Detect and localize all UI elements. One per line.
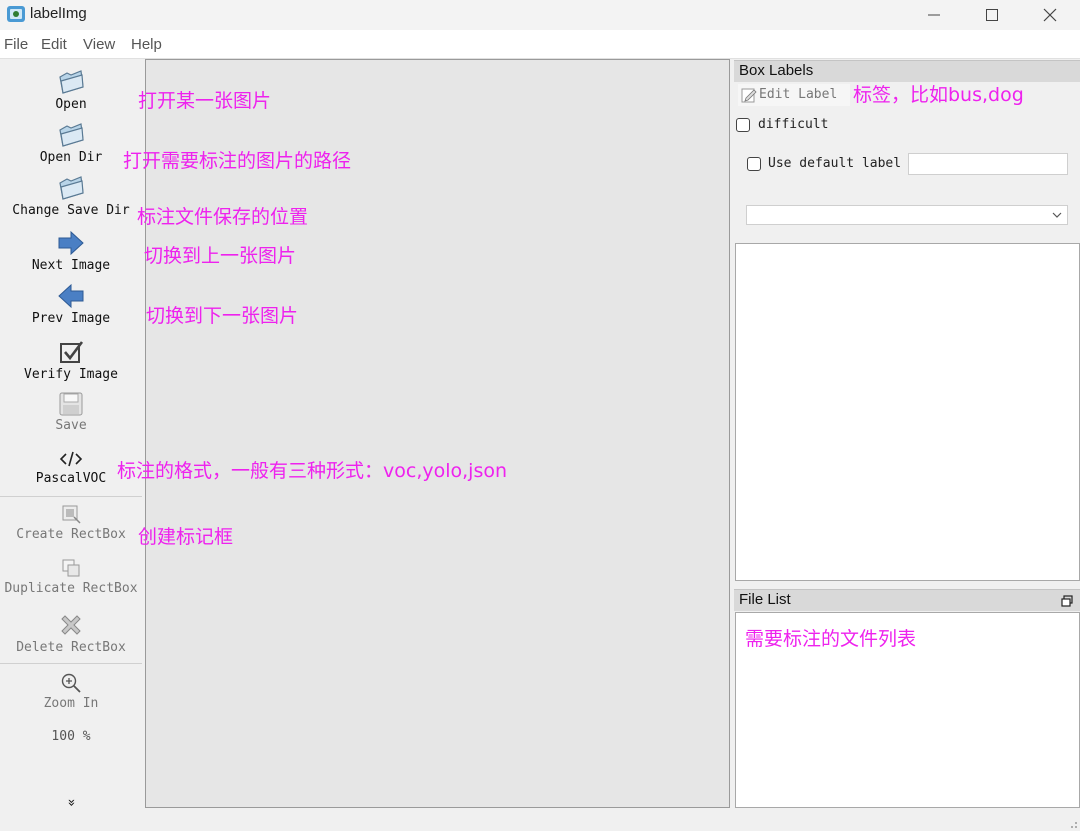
menu-bar: File Edit View Help — [0, 30, 1080, 59]
open-label: Open — [55, 97, 87, 112]
open-dir-label: Open Dir — [39, 150, 103, 165]
status-bar — [0, 808, 1080, 831]
zoom-value: 100 % — [51, 729, 91, 744]
title-bar: labelImg — [0, 0, 1080, 30]
menu-help[interactable]: Help — [131, 36, 162, 53]
close-icon — [1043, 8, 1057, 22]
window-title: labelImg — [30, 5, 87, 22]
annotation-prev-image: 切换到下一张图片 — [146, 305, 299, 327]
minimize-button[interactable] — [906, 0, 962, 30]
maximize-button[interactable] — [964, 0, 1020, 30]
edit-label-text: Edit Label — [759, 87, 838, 102]
arrow-right-icon — [58, 230, 84, 256]
use-default-label-checkbox[interactable] — [747, 157, 761, 171]
create-rectbox-label: Create RectBox — [16, 527, 126, 542]
file-list-dock-title: File List — [734, 589, 1080, 611]
minimize-icon — [928, 14, 940, 16]
next-image-label: Next Image — [31, 258, 111, 273]
duplicate-rectbox-label: Duplicate RectBox — [4, 581, 138, 596]
maximize-icon — [986, 9, 998, 21]
verify-check-icon — [60, 341, 84, 363]
create-rectbox-button[interactable]: Create RectBox — [0, 503, 142, 542]
create-rectbox-icon — [62, 505, 81, 524]
annotation-file-list: 需要标注的文件列表 — [745, 628, 917, 650]
delete-rectbox-button[interactable]: Delete RectBox — [0, 612, 142, 655]
change-save-dir-button[interactable]: Change Save Dir — [0, 175, 142, 218]
label-list[interactable] — [735, 243, 1080, 581]
zoom-in-button[interactable]: Zoom In — [0, 672, 142, 711]
box-labels-title: Box Labels — [739, 62, 814, 79]
toolbar-separator — [0, 496, 142, 497]
label-dropdown[interactable] — [746, 205, 1068, 225]
edit-label-button[interactable]: Edit Label — [738, 84, 850, 106]
annotation-open: 打开某一张图片 — [138, 90, 272, 112]
use-default-label-text: Use default label — [768, 156, 902, 171]
difficult-checkbox[interactable] — [736, 118, 750, 132]
resize-grip-icon[interactable] — [1066, 817, 1078, 829]
difficult-label: difficult — [758, 117, 829, 132]
next-image-button[interactable]: Next Image — [0, 230, 142, 273]
dock-float-icon[interactable] — [1061, 595, 1073, 607]
menu-edit[interactable]: Edit — [41, 36, 67, 53]
menu-file[interactable]: File — [4, 36, 28, 53]
folder-icon — [59, 70, 84, 94]
default-label-input[interactable] — [908, 153, 1068, 175]
verify-image-label: Verify Image — [24, 367, 118, 382]
delete-rectbox-label: Delete RectBox — [16, 640, 126, 655]
annotation-next-image: 切换到上一张图片 — [144, 245, 297, 267]
file-list-title: File List — [739, 591, 791, 608]
open-button[interactable]: Open — [0, 69, 142, 112]
change-save-dir-label: Change Save Dir — [12, 203, 130, 218]
zoom-value-spinbox[interactable]: 100 % — [0, 727, 142, 744]
open-dir-button[interactable]: Open Dir — [0, 122, 142, 165]
annotation-change-save-dir: 标注文件保存的位置 — [137, 206, 309, 228]
duplicate-rectbox-button[interactable]: Duplicate RectBox — [0, 557, 142, 596]
annotation-format: 标注的格式，一般有三种形式：voc,yolo,json — [117, 460, 508, 482]
prev-image-label: Prev Image — [31, 311, 111, 326]
toolbar-separator — [0, 663, 142, 664]
folder-icon — [59, 176, 84, 200]
prev-image-button[interactable]: Prev Image — [0, 283, 142, 326]
chevron-down-icon: » — [63, 798, 79, 807]
menu-view[interactable]: View — [83, 36, 115, 53]
save-label: Save — [55, 418, 87, 433]
arrow-left-icon — [58, 283, 84, 309]
zoom-in-icon — [61, 673, 81, 693]
save-button[interactable]: Save — [0, 392, 142, 433]
folder-icon — [59, 123, 84, 147]
annotation-create-rectbox: 创建标记框 — [138, 526, 234, 548]
delete-icon — [61, 615, 81, 635]
edit-pencil-icon — [741, 88, 757, 103]
annotation-label: 标签，比如bus,dog — [853, 84, 1024, 106]
chevron-down-icon — [1052, 212, 1062, 218]
duplicate-icon — [62, 559, 80, 577]
save-icon — [59, 392, 83, 416]
close-button[interactable] — [1022, 0, 1078, 30]
verify-image-button[interactable]: Verify Image — [0, 339, 142, 382]
annotation-open-dir: 打开需要标注的图片的路径 — [123, 150, 352, 172]
app-icon — [7, 6, 25, 22]
code-icon — [59, 451, 83, 467]
box-labels-dock-title: Box Labels — [734, 60, 1080, 82]
zoom-in-label: Zoom In — [43, 696, 99, 711]
